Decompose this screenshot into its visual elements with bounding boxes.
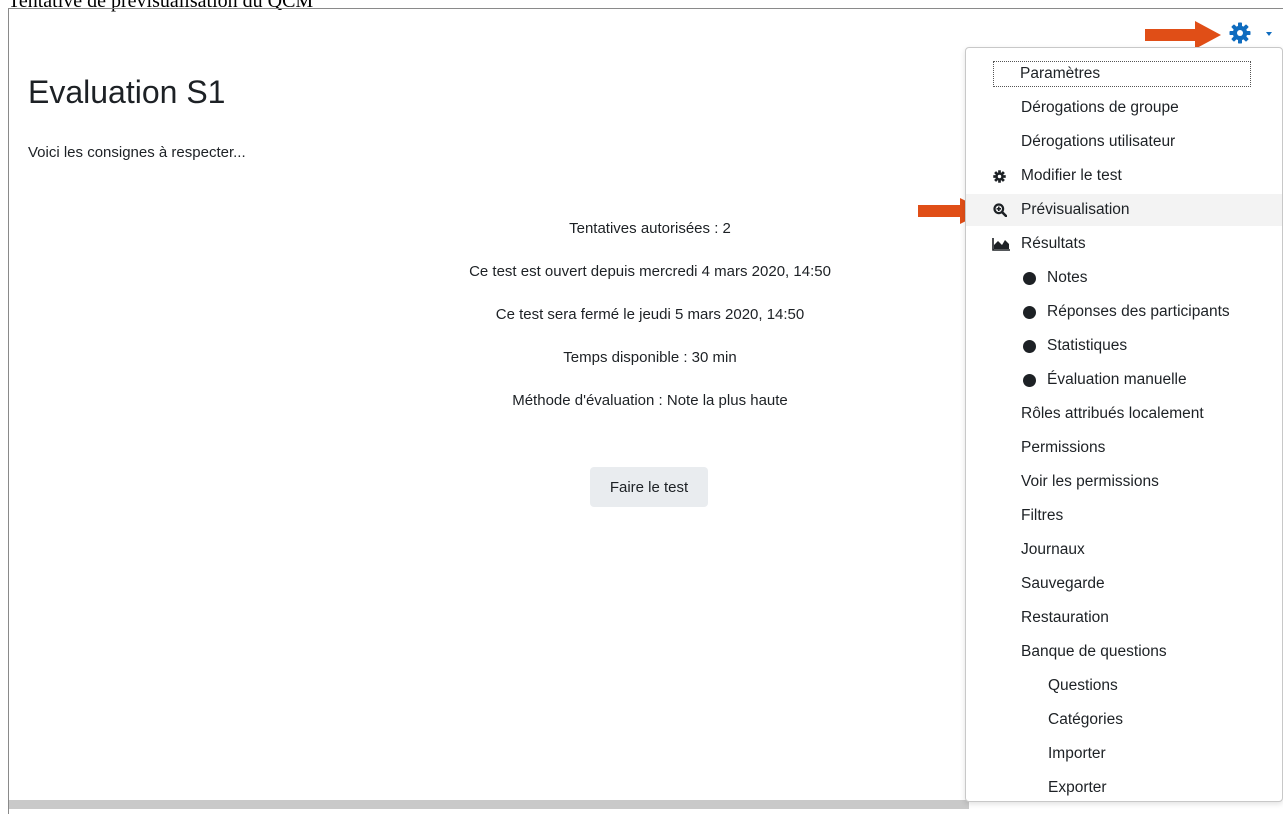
bullet-icon [1023,272,1036,285]
menu-item-categories[interactable]: Catégories [966,704,1282,736]
zoom-icon [993,203,1007,217]
menu-item-roles[interactable]: Rôles attribués localement [966,398,1282,430]
menu-item-label: Modifier le test [1021,167,1122,184]
menu-item-evaluation-manuelle[interactable]: Évaluation manuelle [966,364,1282,396]
menu-item-filtres[interactable]: Filtres [966,500,1282,532]
menu-item-importer[interactable]: Importer [966,738,1282,770]
chart-icon [992,238,1010,251]
menu-item-label: Banque de questions [1021,643,1167,660]
menu-item-voir-permissions[interactable]: Voir les permissions [966,466,1282,498]
info-close-date: Ce test sera fermé le jeudi 5 mars 2020,… [495,306,805,323]
menu-item-journaux[interactable]: Journaux [966,534,1282,566]
menu-item-modifier-test[interactable]: Modifier le test [966,160,1282,192]
menu-item-questions[interactable]: Questions [966,670,1282,702]
menu-item-label: Rôles attribués localement [1021,405,1204,422]
menu-item-banque-questions[interactable]: Banque de questions [966,636,1282,668]
menu-item-label: Paramètres [993,61,1251,87]
menu-item-label: Sauvegarde [1021,575,1105,592]
menu-item-label: Dérogations de groupe [1021,99,1179,116]
menu-item-label: Journaux [1021,541,1085,558]
page-title: Evaluation S1 [28,74,226,110]
menu-item-label: Évaluation manuelle [1047,371,1187,388]
menu-item-label: Réponses des participants [1047,303,1230,320]
bullet-icon [1023,306,1036,319]
menu-item-label: Restauration [1021,609,1109,626]
menu-item-label: Prévisualisation [1021,201,1130,218]
caret-down-icon [1266,32,1272,36]
menu-item-label: Filtres [1021,507,1064,524]
menu-item-notes[interactable]: Notes [966,262,1282,294]
menu-item-label: Questions [1048,677,1118,694]
menu-item-label: Permissions [1021,439,1106,456]
settings-menu-toggle[interactable] [1226,18,1283,48]
info-open-date: Ce test est ouvert depuis mercredi 4 mar… [469,263,831,280]
horizontal-scrollbar[interactable] [9,800,969,809]
settings-dropdown-menu: Paramètres Dérogations de groupe Dérogat… [965,47,1283,802]
menu-item-resultats[interactable]: Résultats [966,228,1282,260]
menu-item-reponses[interactable]: Réponses des participants [966,296,1282,328]
gear-icon [993,170,1006,183]
menu-item-parametres[interactable]: Paramètres [966,58,1282,90]
menu-item-label: Dérogations utilisateur [1021,133,1176,150]
menu-item-label: Résultats [1021,235,1086,252]
menu-item-label: Statistiques [1047,337,1128,354]
info-time-limit: Temps disponible : 30 min [563,349,737,366]
menu-item-restauration[interactable]: Restauration [966,602,1282,634]
menu-item-derogations-groupe[interactable]: Dérogations de groupe [966,92,1282,124]
menu-item-statistiques[interactable]: Statistiques [966,330,1282,362]
menu-item-label: Voir les permissions [1021,473,1159,490]
quiz-intro: Voici les consignes à respecter... [28,144,246,161]
info-attempts: Tentatives autorisées : 2 [569,220,731,237]
gear-icon [1229,22,1251,44]
menu-item-exporter[interactable]: Exporter [966,772,1282,804]
menu-item-derogations-utilisateur[interactable]: Dérogations utilisateur [966,126,1282,158]
menu-item-label: Importer [1048,745,1106,762]
info-grading-method: Méthode d'évaluation : Note la plus haut… [512,392,788,409]
bullet-icon [1023,374,1036,387]
menu-item-permissions[interactable]: Permissions [966,432,1282,464]
menu-item-sauvegarde[interactable]: Sauvegarde [966,568,1282,600]
start-quiz-button[interactable]: Faire le test [590,467,708,507]
menu-item-label: Notes [1047,269,1088,286]
menu-item-previsualisation[interactable]: Prévisualisation [966,194,1282,226]
bullet-icon [1023,340,1036,353]
arrow-gear-icon [1145,21,1221,49]
menu-item-label: Catégories [1048,711,1123,728]
menu-item-label: Exporter [1048,779,1107,796]
